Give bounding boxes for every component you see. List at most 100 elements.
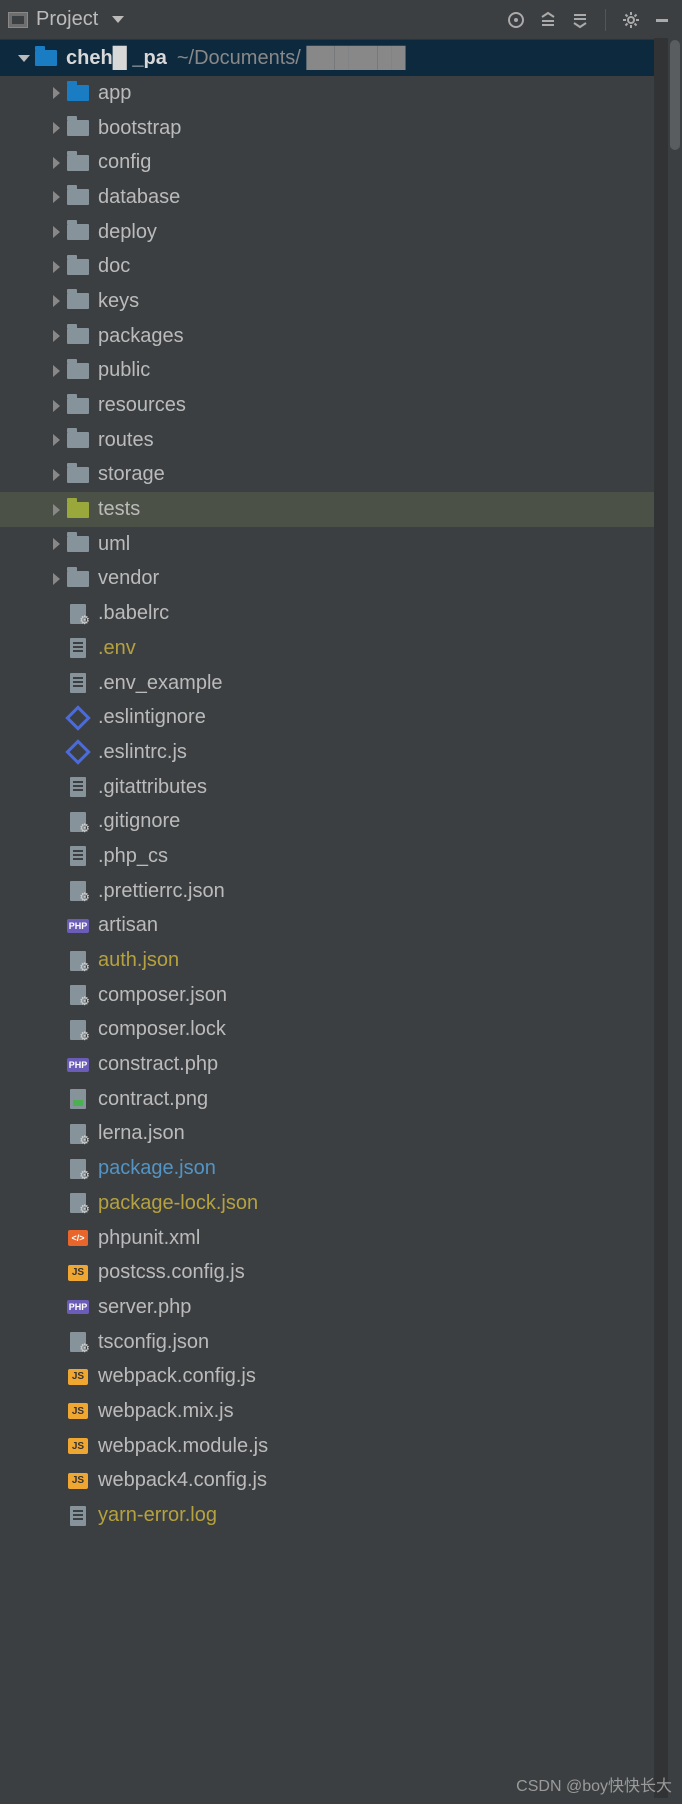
gutter (654, 38, 668, 1798)
chevron-right-icon[interactable] (46, 365, 66, 377)
file-label: lerna.json (98, 1122, 185, 1145)
chevron-right-icon[interactable] (46, 573, 66, 585)
chevron-right-icon[interactable] (46, 295, 66, 307)
tree-folder-tests[interactable]: tests (0, 492, 682, 527)
tree-file--gitignore[interactable]: .gitignore (0, 804, 682, 839)
tree-file-server-php[interactable]: PHPserver.php (0, 1290, 682, 1325)
chevron-right-icon[interactable] (46, 330, 66, 342)
tree-folder-resources[interactable]: resources (0, 388, 682, 423)
file-label: .env_example (98, 672, 223, 695)
file-label: package.json (98, 1157, 216, 1180)
tree-file--env-example[interactable]: .env_example (0, 666, 682, 701)
folder-label: uml (98, 533, 130, 556)
project-selector[interactable]: Project (8, 8, 124, 31)
file-label: constract.php (98, 1053, 218, 1076)
tree-file-webpack-mix-js[interactable]: JSwebpack.mix.js (0, 1394, 682, 1429)
chevron-right-icon[interactable] (46, 400, 66, 412)
tree-file-package-lock-json[interactable]: package-lock.json (0, 1186, 682, 1221)
collapse-all-icon[interactable] (569, 9, 591, 31)
file-label: .php_cs (98, 845, 168, 868)
chevron-down-icon (112, 16, 124, 23)
tree-file-composer-lock[interactable]: composer.lock (0, 1013, 682, 1048)
file-label: postcss.config.js (98, 1261, 245, 1284)
file-icon: JS (66, 1367, 90, 1387)
tree-folder-packages[interactable]: packages (0, 319, 682, 354)
tree-folder-config[interactable]: config (0, 145, 682, 180)
tree-folder-deploy[interactable]: deploy (0, 215, 682, 250)
tree-file-webpack4-config-js[interactable]: JSwebpack4.config.js (0, 1464, 682, 1499)
chevron-right-icon[interactable] (46, 469, 66, 481)
tree-folder-public[interactable]: public (0, 354, 682, 389)
locate-icon[interactable] (505, 9, 527, 31)
tree-file--env[interactable]: .env (0, 631, 682, 666)
tree-file--babelrc[interactable]: .babelrc (0, 596, 682, 631)
tree-file-composer-json[interactable]: composer.json (0, 978, 682, 1013)
tree-folder-bootstrap[interactable]: bootstrap (0, 111, 682, 146)
chevron-right-icon[interactable] (46, 226, 66, 238)
tree-folder-keys[interactable]: keys (0, 284, 682, 319)
tree-file--eslintrc-js[interactable]: .eslintrc.js (0, 735, 682, 770)
tree-file-contract-png[interactable]: contract.png (0, 1082, 682, 1117)
chevron-right-icon[interactable] (46, 538, 66, 550)
tree-root[interactable]: cheh█ _pa ~/Documents/ ███████ (0, 40, 682, 76)
arrow-empty (46, 1440, 66, 1452)
tree-file-package-json[interactable]: package.json (0, 1151, 682, 1186)
arrow-empty (46, 816, 66, 828)
tree-folder-storage[interactable]: storage (0, 458, 682, 493)
arrow-empty (46, 746, 66, 758)
arrow-empty (46, 885, 66, 897)
arrow-empty (46, 920, 66, 932)
file-icon (66, 777, 90, 797)
file-label: .eslintignore (98, 706, 206, 729)
tree-file-phpunit-xml[interactable]: </>phpunit.xml (0, 1221, 682, 1256)
tree-file-yarn-error-log[interactable]: yarn-error.log (0, 1498, 682, 1533)
chevron-right-icon[interactable] (46, 122, 66, 134)
tree-folder-uml[interactable]: uml (0, 527, 682, 562)
tree-file-tsconfig-json[interactable]: tsconfig.json (0, 1325, 682, 1360)
file-label: contract.png (98, 1088, 208, 1111)
expand-all-icon[interactable] (537, 9, 559, 31)
folder-icon (34, 48, 58, 68)
file-label: .gitignore (98, 810, 180, 833)
arrow-empty (46, 1128, 66, 1140)
tree-folder-app[interactable]: app (0, 76, 682, 111)
tree-folder-doc[interactable]: doc (0, 249, 682, 284)
chevron-right-icon[interactable] (46, 504, 66, 516)
tree-file--eslintignore[interactable]: .eslintignore (0, 700, 682, 735)
tree-file-lerna-json[interactable]: lerna.json (0, 1117, 682, 1152)
tree-file-webpack-config-js[interactable]: JSwebpack.config.js (0, 1359, 682, 1394)
tree-file--gitattributes[interactable]: .gitattributes (0, 770, 682, 805)
tree-folder-database[interactable]: database (0, 180, 682, 215)
folder-icon (66, 222, 90, 242)
folder-label: database (98, 186, 180, 209)
tree-file--php-cs[interactable]: .php_cs (0, 839, 682, 874)
scrollbar-thumb[interactable] (670, 40, 680, 150)
gear-icon[interactable] (620, 9, 642, 31)
project-tree: cheh█ _pa ~/Documents/ ███████ app bootst… (0, 40, 682, 1533)
chevron-right-icon[interactable] (46, 87, 66, 99)
tree-file-postcss-config-js[interactable]: JSpostcss.config.js (0, 1255, 682, 1290)
tree-folder-vendor[interactable]: vendor (0, 562, 682, 597)
file-label: .gitattributes (98, 776, 207, 799)
file-icon: PHP (66, 916, 90, 936)
tree-file-constract-php[interactable]: PHPconstract.php (0, 1047, 682, 1082)
tree-file-webpack-module-js[interactable]: JSwebpack.module.js (0, 1429, 682, 1464)
file-icon: PHP (66, 1297, 90, 1317)
tree-file-auth-json[interactable]: auth.json (0, 943, 682, 978)
chevron-right-icon[interactable] (46, 191, 66, 203)
folder-label: bootstrap (98, 117, 181, 140)
arrow-empty (46, 1405, 66, 1417)
chevron-right-icon[interactable] (46, 261, 66, 273)
tree-file-artisan[interactable]: PHPartisan (0, 909, 682, 944)
file-label: webpack.module.js (98, 1435, 268, 1458)
arrow-empty (46, 712, 66, 724)
chevron-right-icon[interactable] (46, 434, 66, 446)
file-icon (66, 1124, 90, 1144)
scrollbar[interactable] (668, 0, 682, 1804)
tree-folder-routes[interactable]: routes (0, 423, 682, 458)
tree-file--prettierrc-json[interactable]: .prettierrc.json (0, 874, 682, 909)
arrow-empty (46, 642, 66, 654)
chevron-down-icon[interactable] (14, 55, 34, 62)
chevron-right-icon[interactable] (46, 157, 66, 169)
file-icon: </> (66, 1228, 90, 1248)
